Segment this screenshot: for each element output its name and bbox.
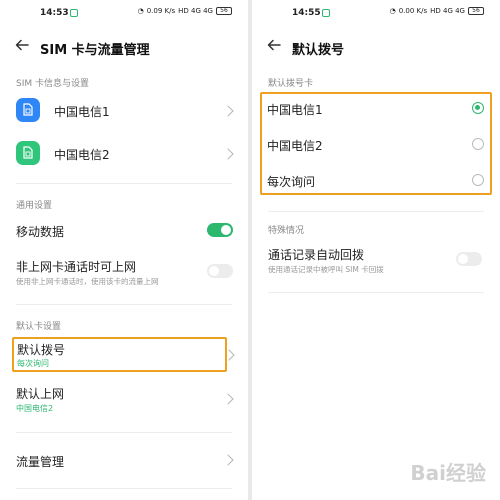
page-title: SIM 卡与流量管理 (40, 43, 150, 58)
signal-icons: HD 4G 4G (430, 7, 465, 15)
non-data-call-label: 非上网卡通话时可上网 (16, 260, 137, 274)
default-data-label: 默认上网 (16, 387, 65, 401)
radio-unselected[interactable] (472, 174, 484, 186)
default-data-value: 中国电信2 (16, 404, 54, 413)
net-speed: 0.09 K/s (146, 7, 176, 15)
divider (16, 488, 232, 489)
mobile-data-label: 移动数据 (16, 225, 65, 239)
page-title: 默认拨号 (292, 43, 345, 58)
status-time: 14:53 (40, 8, 69, 18)
non-data-call-toggle[interactable] (207, 264, 233, 278)
net-speed: 0.00 K/s (398, 7, 428, 15)
section-default-card: 默认拨号卡 (268, 79, 314, 89)
chevron-right-icon (222, 393, 234, 405)
section-special: 特殊情况 (268, 226, 305, 236)
default-dial-value: 每次询问 (17, 359, 49, 368)
status-time: 14:55 (292, 8, 321, 18)
traffic-label: 流量管理 (16, 455, 65, 469)
battery-icon: 56 (216, 7, 232, 15)
radio-unselected[interactable] (472, 138, 484, 150)
chevron-right-icon (222, 148, 234, 160)
status-bar: 14:53 ◔ 0.09 K/s HD 4G 4G 56 (0, 6, 248, 22)
sim1-label: 中国电信1 (54, 105, 110, 119)
mobile-data-toggle[interactable] (207, 223, 233, 237)
divider (16, 183, 232, 184)
battery-icon: 56 (468, 7, 484, 15)
divider (268, 211, 484, 212)
default-dial-label: 默认拨号 (17, 343, 66, 357)
option-label: 中国电信1 (267, 103, 323, 117)
back-arrow-icon[interactable] (14, 37, 30, 53)
divider (16, 304, 232, 305)
back-arrow-icon[interactable] (266, 37, 282, 53)
status-right: ◔ 0.09 K/s HD 4G 4G 56 (138, 7, 232, 15)
title-bar: SIM 卡与流量管理 (0, 36, 248, 58)
title-bar: 默认拨号 (252, 36, 500, 58)
divider (268, 292, 484, 293)
auto-redial-desc: 使用通话记录中被呼叫 SIM 卡回拨 (268, 265, 384, 274)
signal-icons: HD 4G 4G (178, 7, 213, 15)
alarm-icon: ◔ (389, 7, 396, 15)
auto-redial-toggle[interactable] (456, 252, 482, 266)
sim-settings-screen: 14:53 ◔ 0.09 K/s HD 4G 4G 56 SIM 卡与流量管理 … (0, 0, 248, 500)
status-bar: 14:55 ◔ 0.00 K/s HD 4G 4G 56 (252, 6, 500, 22)
default-dial-screen: 14:55 ◔ 0.00 K/s HD 4G 4G 56 默认拨号 默认拨号卡 … (252, 0, 500, 500)
chevron-right-icon (222, 454, 234, 466)
radio-selected[interactable] (472, 102, 484, 114)
option-label: 中国电信2 (267, 139, 323, 153)
divider (16, 432, 232, 433)
sim2-label: 中国电信2 (54, 148, 110, 162)
auto-redial-label: 通话记录自动回拨 (268, 248, 365, 262)
sim-card-icon (16, 98, 40, 122)
notification-icon (70, 9, 78, 17)
chevron-right-icon (222, 105, 234, 117)
section-default-card: 默认卡设置 (16, 322, 62, 332)
alarm-icon: ◔ (137, 7, 144, 15)
notification-icon (322, 9, 330, 17)
sim-card-icon (16, 141, 40, 165)
status-right: ◔ 0.00 K/s HD 4G 4G 56 (390, 7, 484, 15)
section-general: 通用设置 (16, 201, 53, 211)
non-data-call-desc: 使用非上网卡通话时，使用该卡的流量上网 (16, 277, 159, 286)
watermark: Bai经验 (410, 461, 486, 485)
option-label: 每次询问 (267, 175, 316, 189)
section-sim-info: SIM 卡信息与设置 (16, 79, 89, 89)
